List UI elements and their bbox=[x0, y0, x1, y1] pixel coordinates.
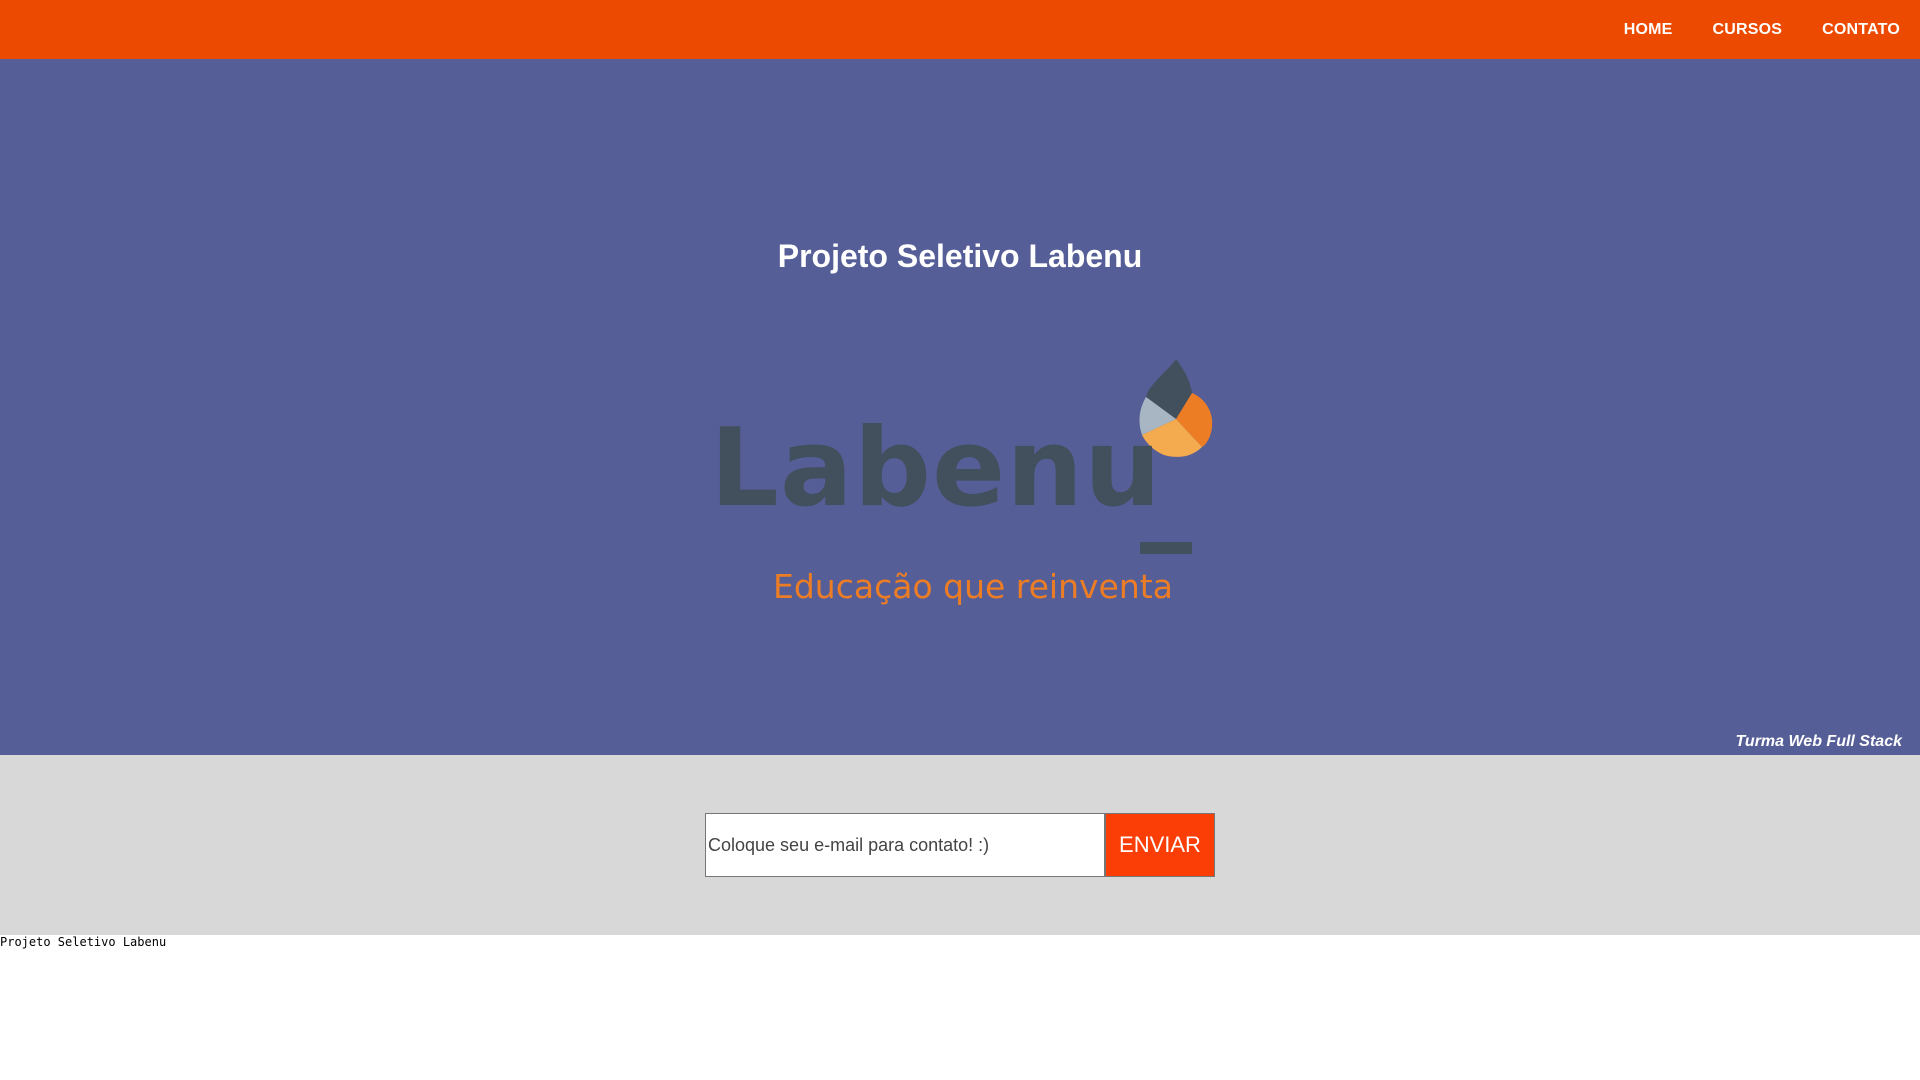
nav-link-home[interactable]: HOME bbox=[1624, 21, 1673, 39]
nav-link-contato[interactable]: CONTATO bbox=[1822, 21, 1900, 39]
footer-text: Projeto Seletivo Labenu bbox=[0, 935, 167, 949]
logo-tagline: Educação que reinventa bbox=[773, 567, 1173, 606]
nav-link-cursos[interactable]: CURSOS bbox=[1713, 21, 1783, 39]
logo-wordmark: Labenu bbox=[710, 406, 1163, 531]
page-title: Projeto Seletivo Labenu bbox=[777, 238, 1143, 274]
contact-section: ENVIAR bbox=[0, 755, 1920, 935]
send-button[interactable]: ENVIAR bbox=[1105, 813, 1215, 877]
hero-section: Projeto Seletivo Labenu Labenu Educação … bbox=[0, 59, 1920, 755]
main-nav: HOME CURSOS CONTATO bbox=[1604, 0, 1920, 59]
class-label: Turma Web Full Stack bbox=[1735, 733, 1902, 750]
email-input[interactable] bbox=[705, 813, 1105, 877]
logo-underscore bbox=[1140, 542, 1192, 554]
labenu-logo: Labenu Educação que reinventa bbox=[700, 349, 1220, 619]
top-navbar: HOME CURSOS CONTATO bbox=[0, 0, 1920, 59]
